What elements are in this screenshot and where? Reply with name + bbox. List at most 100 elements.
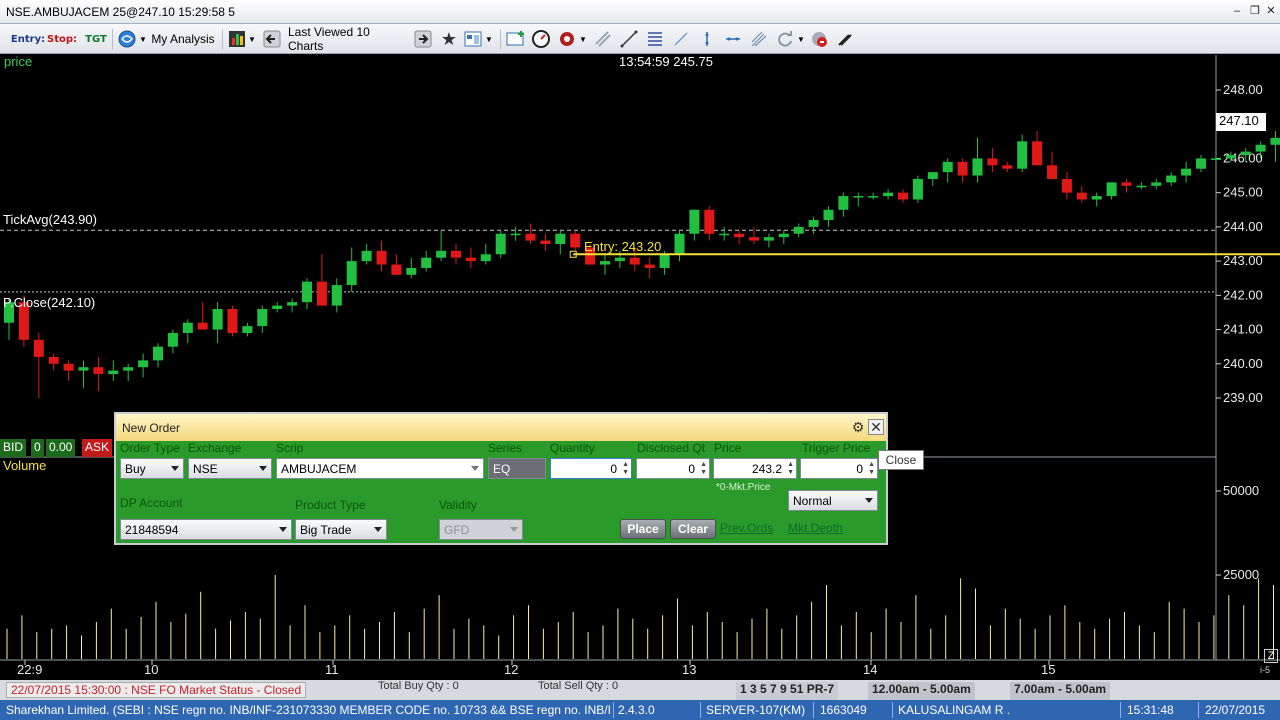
prev-orders-link[interactable]: Prev.Ords xyxy=(720,521,773,535)
candle-body xyxy=(406,267,417,275)
clear-button[interactable]: Clear xyxy=(670,519,716,539)
time-tick-label: 15 xyxy=(1041,662,1055,677)
chevron-down-icon[interactable]: ▼ xyxy=(578,28,588,50)
product-type-select[interactable]: Big Trade xyxy=(295,519,387,540)
dp-account-select[interactable]: 21848594 xyxy=(120,519,292,540)
company-info: Sharekhan Limited. (SEBI : NSE regn no. … xyxy=(6,703,612,717)
candle-body xyxy=(1121,182,1132,186)
parallel-lines-icon[interactable] xyxy=(592,28,614,50)
candle-body xyxy=(1091,196,1102,200)
trigger-price-stepper[interactable]: 0 ▲ ▼ xyxy=(800,458,878,479)
series-label: Series xyxy=(488,441,523,455)
market-depth-link[interactable]: Mkt.Depth xyxy=(788,521,843,535)
candle-body xyxy=(614,257,625,262)
ray-line-icon[interactable] xyxy=(670,28,692,50)
quantity-stepper[interactable]: 0 ▲ ▼ xyxy=(550,458,632,479)
template-icon[interactable] xyxy=(462,28,484,50)
minimize-icon[interactable]: – xyxy=(1228,3,1246,19)
new-chart-icon[interactable] xyxy=(504,28,528,50)
fibonacci-icon[interactable] xyxy=(644,28,666,50)
candle-body xyxy=(1017,141,1028,169)
interval-button[interactable]: i-5 xyxy=(1260,665,1270,675)
candle-body xyxy=(1136,185,1147,188)
price-tick-label: 243.00 xyxy=(1223,253,1263,268)
candle-body xyxy=(942,161,953,173)
target-tool-button[interactable]: TGT xyxy=(84,28,108,50)
candle-body xyxy=(600,261,610,265)
disclosed-qty-stepper[interactable]: 0 ▲ ▼ xyxy=(636,458,710,479)
indicator-icon[interactable] xyxy=(556,28,578,50)
place-button[interactable]: Place xyxy=(620,519,666,539)
order-type-select[interactable]: Buy xyxy=(120,458,184,479)
settings-tools-icon[interactable] xyxy=(834,28,856,50)
chart-toolbar: Entry: Stop: TGT ▼ My Analysis ▼ Last Vi… xyxy=(0,24,1280,54)
chevron-down-icon[interactable]: ▼ xyxy=(484,28,494,50)
exchange-select[interactable]: NSE xyxy=(188,458,272,479)
candle-body xyxy=(689,209,700,234)
stop-tool-button[interactable]: Stop: xyxy=(47,28,77,50)
candle-body xyxy=(78,367,89,371)
order-mode-select[interactable]: Normal xyxy=(788,490,878,511)
candle-body xyxy=(987,158,998,166)
speedometer-icon[interactable] xyxy=(530,28,552,50)
bid-label[interactable]: BID xyxy=(0,439,27,457)
mkt-price-note: *0-Mkt.Price xyxy=(716,482,771,493)
candle-body xyxy=(1151,182,1162,186)
spinner-icon[interactable]: ▲ ▼ xyxy=(700,461,707,477)
back-arrow-icon[interactable] xyxy=(262,28,282,50)
ask-label[interactable]: ASK xyxy=(82,439,113,457)
pitchfork-icon[interactable] xyxy=(748,28,770,50)
price-stepper[interactable]: 243.2 ▲ ▼ xyxy=(713,458,797,479)
trendline-icon[interactable] xyxy=(618,28,640,50)
candle-body xyxy=(659,254,670,268)
chevron-down-icon[interactable]: ▼ xyxy=(796,28,806,50)
forward-arrow-icon[interactable] xyxy=(413,28,433,50)
my-analysis-button[interactable]: My Analysis xyxy=(150,28,216,50)
order-header[interactable]: New Order ⚙ ✕ xyxy=(116,414,886,441)
candle-body xyxy=(153,346,163,361)
candle-body xyxy=(749,237,759,241)
entry-tool-button[interactable]: Entry: xyxy=(11,28,45,50)
candle-body xyxy=(823,209,834,221)
validity-select[interactable]: GFD xyxy=(439,519,523,540)
scrip-input[interactable]: AMBUJACEM xyxy=(276,458,484,479)
candle-body xyxy=(883,192,894,197)
candle-body xyxy=(853,196,864,198)
price-tick-label: 248.00 xyxy=(1223,82,1263,97)
time-tick-label: 13 xyxy=(682,662,696,677)
order-title: New Order xyxy=(122,421,181,435)
price-label: Price xyxy=(714,441,742,455)
zoom-button[interactable]: Z xyxy=(1264,649,1278,663)
gear-icon[interactable]: ⚙ xyxy=(849,418,867,436)
last-viewed-charts-button[interactable]: Last Viewed 10 Charts xyxy=(288,25,406,53)
vertical-line-icon[interactable] xyxy=(696,28,718,50)
price-tick-label: 241.00 xyxy=(1223,322,1263,337)
spinner-icon[interactable]: ▲ ▼ xyxy=(868,461,875,477)
chevron-down-icon[interactable]: ▼ xyxy=(247,28,257,50)
spinner-icon[interactable]: ▲ ▼ xyxy=(622,461,629,477)
candle-body xyxy=(421,257,432,268)
close-icon[interactable]: ✕ xyxy=(868,419,884,435)
horizontal-line-icon[interactable] xyxy=(722,28,744,50)
close-window-icon[interactable]: ✕ xyxy=(1262,3,1280,19)
title-bar: NSE.AMBUJACEM 25@247.10 15:29:58 5 – ❐ ✕ xyxy=(0,0,1280,24)
chevron-down-icon[interactable]: ▼ xyxy=(138,28,148,50)
refresh-icon[interactable] xyxy=(774,28,796,50)
volume-tick-label: 25000 xyxy=(1223,567,1259,582)
crosshair-readout: 13:54:59 245.75 xyxy=(619,54,713,69)
market-status-alert[interactable]: 22/07/2015 15:30:00 : NSE FO Market Stat… xyxy=(6,682,307,698)
candle-body xyxy=(227,309,238,333)
delete-drawings-icon[interactable] xyxy=(808,28,830,50)
price-chart[interactable]: 248.00247.00246.00245.00244.00243.00242.… xyxy=(0,55,1280,680)
candle-body xyxy=(108,370,119,375)
analysis-globe-icon[interactable] xyxy=(116,28,138,50)
spinner-icon[interactable]: ▲ ▼ xyxy=(787,461,794,477)
candle-body xyxy=(629,257,640,265)
chart-area[interactable]: 248.00247.00246.00245.00244.00243.00242.… xyxy=(0,54,1280,680)
chart-type-icon[interactable] xyxy=(226,28,248,50)
candle-body xyxy=(704,209,715,234)
candle-body xyxy=(1106,182,1117,197)
favorite-star-icon[interactable]: ★ xyxy=(438,28,460,50)
dp-account-label: DP Account xyxy=(120,496,183,510)
candle-body xyxy=(778,233,789,238)
